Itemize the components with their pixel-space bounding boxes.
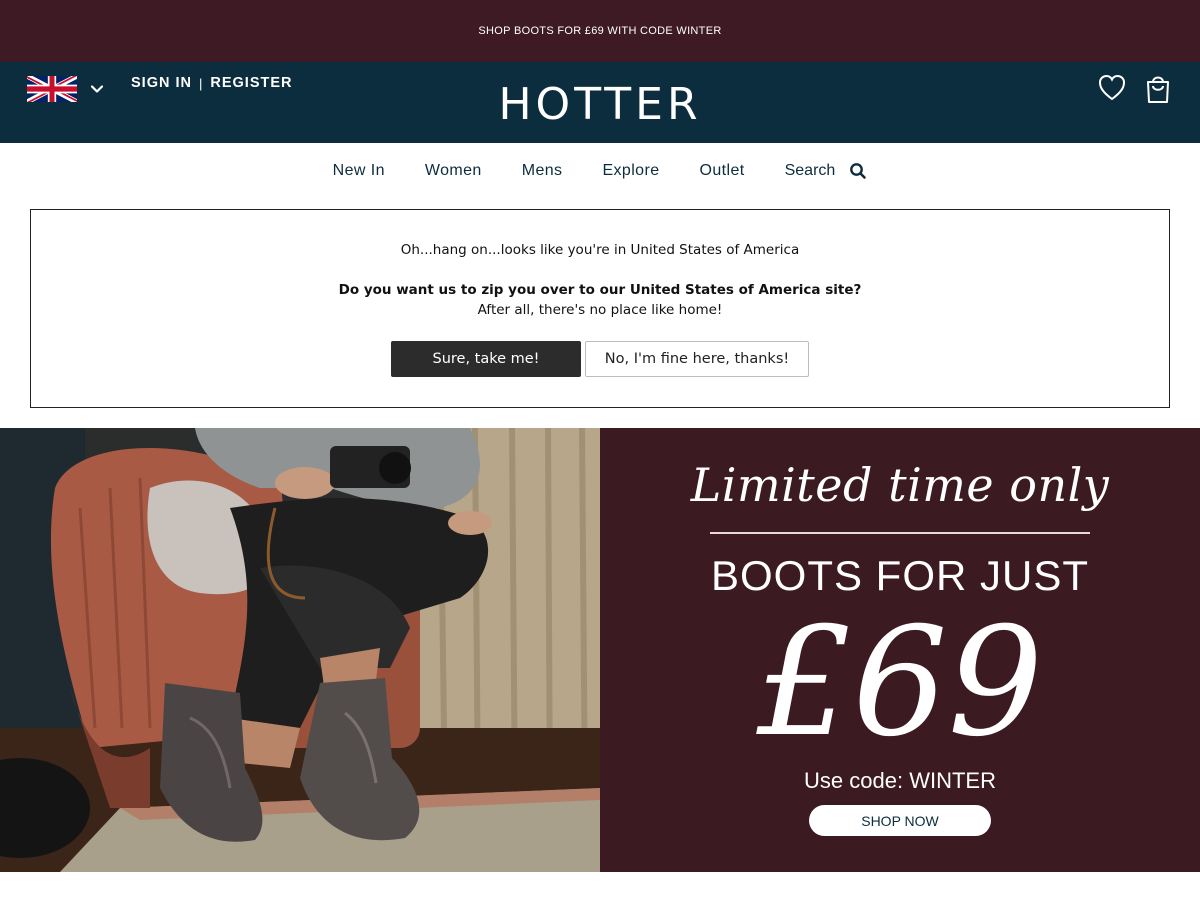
nav-item-explore[interactable]: Explore [602, 162, 659, 180]
country-redirect-prompt: Oh...hang on...looks like you're in Unit… [30, 209, 1170, 408]
promo-bar[interactable]: SHOP BOOTS FOR £69 WITH CODE WINTER [0, 0, 1200, 62]
hero-image[interactable] [0, 428, 600, 872]
uk-flag-icon[interactable] [27, 76, 77, 102]
sign-in-link[interactable]: SIGN IN [131, 75, 192, 91]
site-logo[interactable]: HOTTER [498, 78, 702, 130]
chevron-down-icon[interactable] [90, 82, 104, 96]
geo-question: Do you want us to zip you over to our Un… [338, 282, 862, 298]
nav-item-women[interactable]: Women [425, 162, 482, 180]
hero-divider [710, 532, 1090, 534]
hero-price: £69 [756, 596, 1044, 770]
heart-icon[interactable] [1097, 72, 1127, 106]
promo-text[interactable]: SHOP BOOTS FOR £69 WITH CODE WINTER [478, 25, 721, 37]
nav-search-label: Search [784, 162, 836, 179]
main-nav: New In Women Mens Explore Outlet Search [0, 143, 1200, 199]
account-separator: | [198, 75, 204, 91]
account-links: SIGN IN | REGISTER [131, 75, 293, 91]
search-icon [850, 163, 867, 179]
nav-item-new-in[interactable]: New In [333, 162, 385, 180]
nav-search[interactable]: Search [785, 162, 868, 180]
register-link[interactable]: REGISTER [210, 75, 292, 91]
hero-banner[interactable]: Limited time only BOOTS FOR JUST £69 Use… [0, 428, 1200, 872]
nav-item-mens[interactable]: Mens [522, 162, 563, 180]
decline-redirect-button[interactable]: No, I'm fine here, thanks! [585, 341, 809, 377]
geo-subtext: After all, there's no place like home! [477, 302, 723, 318]
nav-item-outlet[interactable]: Outlet [700, 162, 745, 180]
geo-message: Oh...hang on...looks like you're in Unit… [400, 242, 800, 258]
hero-tagline: Limited time only [690, 458, 1110, 512]
shop-now-button[interactable]: SHOP NOW [809, 805, 991, 836]
hero-promo-code: Use code: WINTER [804, 768, 996, 793]
hero-promo-panel: Limited time only BOOTS FOR JUST £69 Use… [600, 428, 1200, 872]
accept-redirect-button[interactable]: Sure, take me! [391, 341, 581, 377]
site-header: SIGN IN | REGISTER HOTTER [0, 62, 1200, 143]
shopping-bag-icon[interactable] [1143, 72, 1173, 106]
logo-text: HOTTER [498, 78, 702, 130]
